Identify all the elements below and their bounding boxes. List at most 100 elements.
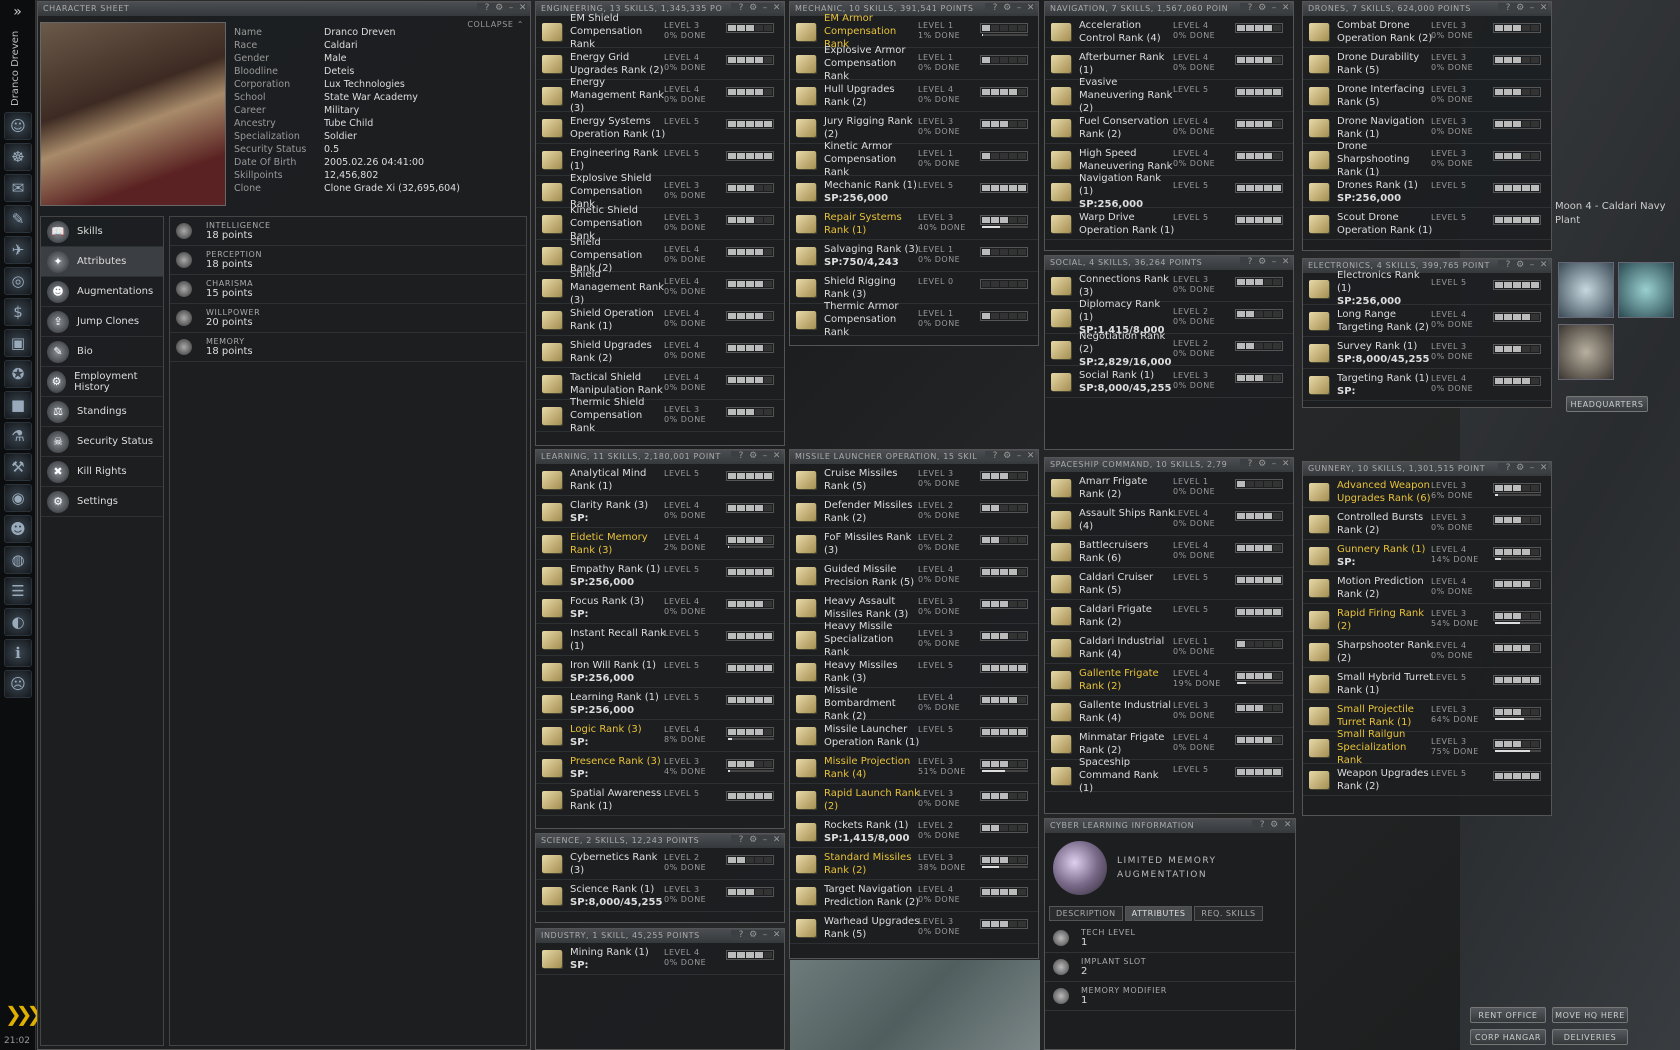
skill-row[interactable]: Focus Rank (3) SP: LEVEL 4 0% DONE [536, 592, 784, 624]
attribute-row[interactable]: INTELLIGENCE 18 points [170, 217, 526, 246]
move-hq-here-button[interactable]: MOVE HQ HERE [1552, 1007, 1628, 1023]
settings-icon[interactable]: ⚙ [749, 451, 758, 461]
titlebar[interactable]: GUNNERY, 10 SKILLS, 1,301,515 POINT? ⚙ – ✕ [1303, 462, 1551, 476]
chevron-right-icon[interactable]: ❯❯❯ [5, 1002, 43, 1026]
skill-row[interactable]: Caldari Cruiser Rank (5) LEVEL 5 [1045, 568, 1293, 600]
skill-row[interactable]: Hull Upgrades Rank (2) LEVEL 4 0% DONE [790, 80, 1038, 112]
menu-item-standings[interactable]: ⚖ Standings [41, 397, 163, 427]
service-icon[interactable] [1558, 324, 1614, 380]
settings-icon[interactable]: ⚙ [749, 835, 758, 845]
skill-row[interactable]: Analytical Mind Rank (1) LEVEL 5 [536, 464, 784, 496]
skill-row[interactable]: Social Rank (1) SP:8,000/45,255 LEVEL 3 0% … [1045, 366, 1293, 398]
assets-icon[interactable]: ▣ [4, 329, 32, 357]
minimize-icon[interactable]: – [763, 451, 768, 461]
character-icon[interactable]: ☺ [4, 112, 32, 140]
attribute-row[interactable]: MEMORY 18 points [170, 333, 526, 362]
titlebar[interactable]: SOCIAL, 4 SKILLS, 36,264 POINTS? ⚙ – ✕ [1045, 256, 1293, 270]
skill-row[interactable]: Cruise Missiles Rank (5) LEVEL 3 0% DONE [790, 464, 1038, 496]
minimize-icon[interactable]: – [1530, 463, 1535, 473]
skill-row[interactable]: Mechanic Rank (1) SP:256,000 LEVEL 5 [790, 176, 1038, 208]
skill-row[interactable]: Thermic Armor Compensation Rank LEVEL 1 0%… [790, 301, 1038, 338]
titlebar[interactable]: SPACESHIP COMMAND, 10 SKILLS, 2,79? ⚙ – ✕ [1045, 458, 1293, 472]
people-icon[interactable]: ☻ [4, 515, 32, 543]
help-icon[interactable]: ? [993, 451, 998, 461]
skill-row[interactable]: Energy Systems Operation Rank (1) LEVEL 5 [536, 112, 784, 144]
help-icon[interactable]: ? [993, 3, 998, 13]
skill-row[interactable]: Defender Missiles Rank (2) LEVEL 2 0% DONE [790, 496, 1038, 528]
skill-row[interactable]: Standard Missiles Rank (2) LEVEL 3 38% DON… [790, 848, 1038, 880]
attribute-row[interactable]: CHARISMA 15 points [170, 275, 526, 304]
menu-item-kill-rights[interactable]: ✖ Kill Rights [41, 457, 163, 487]
settings-icon[interactable]: ⚙ [1258, 257, 1267, 267]
skill-row[interactable]: Advanced Weapon Upgrades Rank (6) LEVEL 3… [1303, 476, 1551, 508]
help-icon[interactable]: ? [1248, 257, 1253, 267]
settings-icon[interactable]: ⚙ [1003, 451, 1012, 461]
market-icon[interactable]: $ [4, 298, 32, 326]
skill-row[interactable]: Rockets Rank (1) SP:1,415/8,000 LEVEL 2 0% … [790, 816, 1038, 848]
skill-row[interactable]: Iron Will Rank (1) SP:256,000 LEVEL 5 [536, 656, 784, 688]
skill-row[interactable]: Warp Drive Operation Rank (1) LEVEL 5 [1045, 208, 1293, 240]
close-icon[interactable]: ✕ [773, 835, 781, 845]
skill-row[interactable]: Motion Prediction Rank (2) LEVEL 4 0% DONE [1303, 572, 1551, 604]
close-icon[interactable]: ✕ [773, 3, 781, 13]
skill-row[interactable]: Drone Interfacing Rank (5) LEVEL 3 0% DONE [1303, 80, 1551, 112]
menu-item-skills[interactable]: 📖 Skills [41, 217, 163, 247]
skill-row[interactable]: Mining Rank (1) SP: LEVEL 4 0% DONE [536, 943, 784, 975]
menu-item-augmentations[interactable]: ☻ Augmentations [41, 277, 163, 307]
tab-attributes[interactable]: ATTRIBUTES [1124, 906, 1193, 921]
settings-icon[interactable]: ⚙ [1516, 3, 1525, 13]
skill-row[interactable]: Repair Systems Rank (1) LEVEL 3 40% DONE [790, 208, 1038, 240]
titlebar[interactable]: SCIENCE, 2 SKILLS, 12,243 POINTS? ⚙ – ✕ [536, 834, 784, 848]
skill-row[interactable]: Caldari Frigate Rank (2) LEVEL 5 [1045, 600, 1293, 632]
settings-icon[interactable]: ⚙ [1003, 3, 1012, 13]
skill-row[interactable]: Battlecruisers Rank (6) LEVEL 4 0% DONE [1045, 536, 1293, 568]
minimize-icon[interactable]: – [509, 3, 514, 13]
skill-row[interactable]: Assault Ships Rank (4) LEVEL 4 0% DONE [1045, 504, 1293, 536]
menu-item-attributes[interactable]: ✦ Attributes [41, 247, 163, 277]
skill-row[interactable]: Warhead Upgrades Rank (5) LEVEL 3 0% DONE [790, 912, 1038, 944]
help-icon[interactable]: ? [1248, 3, 1253, 13]
settings-icon[interactable]: ⚙ [1258, 459, 1267, 469]
help-icon[interactable]: ? [1506, 463, 1511, 473]
settings-icon[interactable]: ⚙ [1270, 820, 1279, 830]
settings-icon[interactable]: ⚙ [749, 930, 758, 940]
mask-icon[interactable]: ☹ [4, 670, 32, 698]
settings-icon[interactable]: ⚙ [1258, 3, 1267, 13]
help-icon[interactable]: ? [1248, 459, 1253, 469]
notepad-icon[interactable]: ✎ [4, 205, 32, 233]
journal-icon[interactable]: ☰ [4, 577, 32, 605]
help-icon[interactable]: ? [1506, 260, 1511, 270]
skill-row[interactable]: Empathy Rank (1) SP:256,000 LEVEL 5 [536, 560, 784, 592]
help-icon[interactable]: ? [1260, 820, 1265, 830]
skill-row[interactable]: Learning Rank (1) SP:256,000 LEVEL 5 [536, 688, 784, 720]
help-icon[interactable]: ? [739, 930, 744, 940]
skill-row[interactable]: Navigation Rank (1) SP:256,000 LEVEL 5 [1045, 173, 1293, 210]
skill-row[interactable]: Gunnery Rank (1) SP: LEVEL 4 14% DONE [1303, 540, 1551, 572]
expand-icon[interactable]: » [0, 4, 35, 20]
skill-row[interactable]: Heavy Missile Specialization Rank LEVEL 3… [790, 621, 1038, 658]
skill-row[interactable]: Energy Management Rank (3) LEVEL 4 0% DONE [536, 77, 784, 114]
close-icon[interactable]: ✕ [1540, 260, 1548, 270]
titlebar[interactable]: CHARACTER SHEET? ⚙ – ✕ [38, 2, 530, 16]
skill-row[interactable]: Clarity Rank (3) SP: LEVEL 4 0% DONE [536, 496, 784, 528]
skill-row[interactable]: Shield Upgrades Rank (2) LEVEL 4 0% DONE [536, 336, 784, 368]
tab-req-skills[interactable]: REQ. SKILLS [1194, 906, 1263, 921]
skills-icon[interactable]: ☸ [4, 143, 32, 171]
skill-row[interactable]: FoF Missiles Rank (3) LEVEL 2 0% DONE [790, 528, 1038, 560]
skill-row[interactable]: Shield Management Rank (3) LEVEL 4 0% DONE [536, 269, 784, 306]
skill-row[interactable]: Small Railgun Specialization Rank LEVEL 3… [1303, 729, 1551, 766]
skill-row[interactable]: Gallente Industrial Rank (4) LEVEL 3 0% DO… [1045, 696, 1293, 728]
skill-row[interactable]: Spaceship Command Rank (1) LEVEL 5 [1045, 757, 1293, 794]
titlebar[interactable]: DRONES, 7 SKILLS, 624,000 POINTS? ⚙ – ✕ [1303, 2, 1551, 16]
skill-row[interactable]: Amarr Frigate Rank (2) LEVEL 1 0% DONE [1045, 472, 1293, 504]
skill-row[interactable]: Combat Drone Operation Rank (2) LEVEL 3 0%… [1303, 16, 1551, 48]
skill-row[interactable]: Negotiation Rank (2) SP:2,829/16,000 LEVEL… [1045, 331, 1293, 368]
menu-item-bio[interactable]: ✎ Bio [41, 337, 163, 367]
skill-row[interactable]: Kinetic Armor Compensation Rank LEVEL 1 0%… [790, 141, 1038, 178]
close-icon[interactable]: ✕ [519, 3, 527, 13]
skill-row[interactable]: Rapid Firing Rank (2) LEVEL 3 54% DONE [1303, 604, 1551, 636]
skill-row[interactable]: Science Rank (1) SP:8,000/45,255 LEVEL 3 0%… [536, 880, 784, 912]
cube-icon[interactable]: ■ [4, 391, 32, 419]
close-icon[interactable]: ✕ [773, 930, 781, 940]
skill-row[interactable]: Controlled Bursts Rank (2) LEVEL 3 0% DONE [1303, 508, 1551, 540]
